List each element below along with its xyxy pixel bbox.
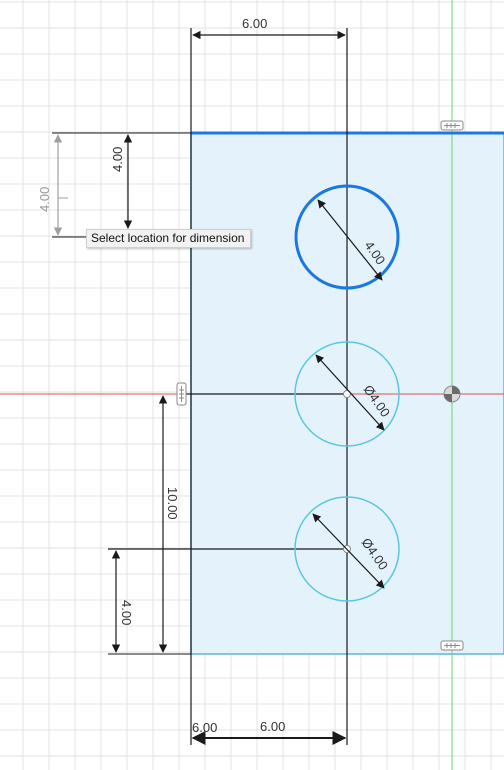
origin-icon[interactable] bbox=[443, 385, 461, 403]
dim-left-outer[interactable]: 4.00 bbox=[37, 187, 52, 212]
dim-bottom-right[interactable]: 6.00 bbox=[260, 719, 285, 734]
dim-top-width[interactable]: 6.00 bbox=[242, 16, 267, 31]
dim-bottom-left[interactable]: 6.00 bbox=[192, 720, 217, 735]
sketch-canvas[interactable]: 6.00 4.00 4.00 10.00 4.00 6.00 6.00 4.00… bbox=[0, 0, 504, 770]
horizontal-constraint-icon[interactable] bbox=[440, 640, 464, 651]
dim-vertical-bottom[interactable]: 4.00 bbox=[119, 600, 134, 625]
dim-vertical-total[interactable]: 10.00 bbox=[165, 487, 180, 520]
dim-left-inner[interactable]: 4.00 bbox=[110, 147, 125, 172]
tooltip: Select location for dimension bbox=[86, 229, 252, 248]
vertical-constraint-icon[interactable] bbox=[176, 382, 187, 406]
horizontal-constraint-icon[interactable] bbox=[440, 120, 464, 131]
